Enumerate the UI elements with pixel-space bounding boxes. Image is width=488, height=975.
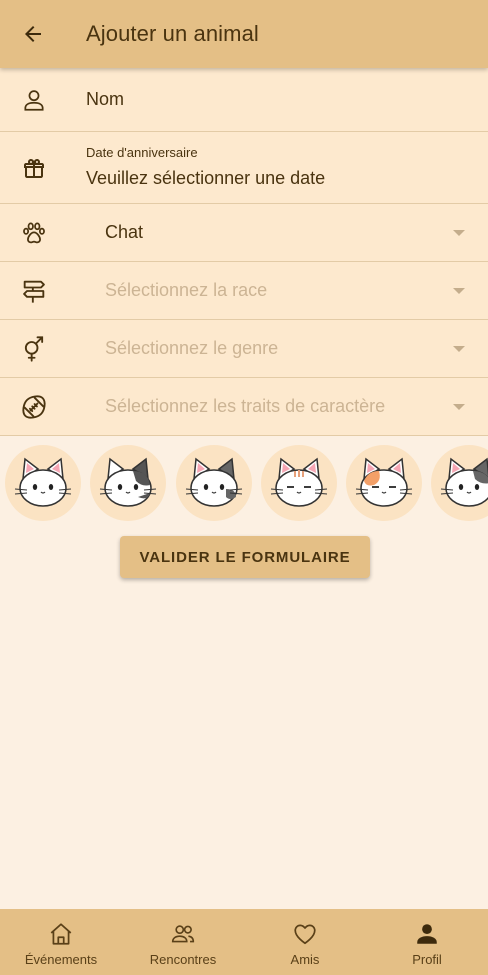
breed-placeholder: Sélectionnez la race bbox=[105, 280, 268, 300]
nav-item-profile[interactable]: Profil bbox=[366, 909, 488, 975]
nav-item-events[interactable]: Événements bbox=[0, 909, 122, 975]
name-value: Nom bbox=[86, 89, 125, 109]
app: Ajouter un animal Nom Date d'anniversair… bbox=[0, 0, 488, 975]
birthday-value: Veuillez sélectionner une date bbox=[86, 168, 326, 188]
cat-avatar-tabby[interactable] bbox=[261, 445, 337, 521]
gender-select[interactable]: Sélectionnez le genre bbox=[0, 320, 488, 378]
gender-icon bbox=[18, 333, 50, 365]
gender-placeholder: Sélectionnez le genre bbox=[105, 338, 279, 358]
name-field[interactable]: Nom bbox=[0, 68, 488, 132]
heart-icon bbox=[291, 920, 319, 948]
back-button[interactable] bbox=[0, 0, 66, 68]
gift-icon bbox=[18, 152, 50, 184]
nav-label-events: Événements bbox=[24, 951, 98, 967]
cat-avatar-white-grey-ears[interactable] bbox=[5, 445, 81, 521]
breed-select[interactable]: Sélectionnez la race bbox=[0, 262, 488, 320]
signpost-icon bbox=[18, 275, 50, 307]
traits-select[interactable]: Sélectionnez les traits de caractère bbox=[0, 378, 488, 436]
app-bar: Ajouter un animal bbox=[0, 0, 488, 68]
chevron-down-icon bbox=[453, 403, 465, 410]
nav-item-friends[interactable]: Amis bbox=[244, 909, 366, 975]
page-title: Ajouter un animal bbox=[86, 21, 259, 46]
nav-label-meetings: Rencontres bbox=[149, 951, 217, 967]
bottom-nav: Événements Rencontres Amis Profil bbox=[0, 909, 488, 975]
species-select[interactable]: Chat bbox=[0, 204, 488, 262]
paw-icon bbox=[18, 217, 50, 249]
cat-avatar-grey-patch[interactable] bbox=[176, 445, 252, 521]
birthday-label: Date d'anniversaire bbox=[86, 145, 198, 160]
home-icon bbox=[47, 920, 75, 948]
person-icon bbox=[18, 84, 50, 116]
pet-form: Nom Date d'anniversaire Veuillez sélecti… bbox=[0, 68, 488, 436]
chevron-down-icon bbox=[453, 287, 465, 294]
species-value: Chat bbox=[105, 222, 144, 242]
chevron-down-icon bbox=[453, 345, 465, 352]
avatar-picker bbox=[0, 442, 488, 526]
nav-label-profile: Profil bbox=[412, 951, 442, 967]
cat-avatar-orange-patch[interactable] bbox=[346, 445, 422, 521]
nav-item-meetings[interactable]: Rencontres bbox=[122, 909, 244, 975]
people-icon bbox=[169, 920, 197, 948]
football-icon bbox=[18, 391, 50, 423]
submit-button[interactable]: VALIDER LE FORMULAIRE bbox=[120, 536, 370, 578]
nav-label-friends: Amis bbox=[290, 951, 320, 967]
chevron-down-icon bbox=[453, 229, 465, 236]
person-filled-icon bbox=[413, 920, 441, 948]
cat-avatar-calico[interactable] bbox=[431, 445, 488, 521]
traits-placeholder: Sélectionnez les traits de caractère bbox=[105, 396, 386, 416]
cat-avatar-black-patch[interactable] bbox=[90, 445, 166, 521]
arrow-left-icon bbox=[25, 26, 41, 42]
birthday-field[interactable]: Date d'anniversaire Veuillez sélectionne… bbox=[0, 132, 488, 204]
